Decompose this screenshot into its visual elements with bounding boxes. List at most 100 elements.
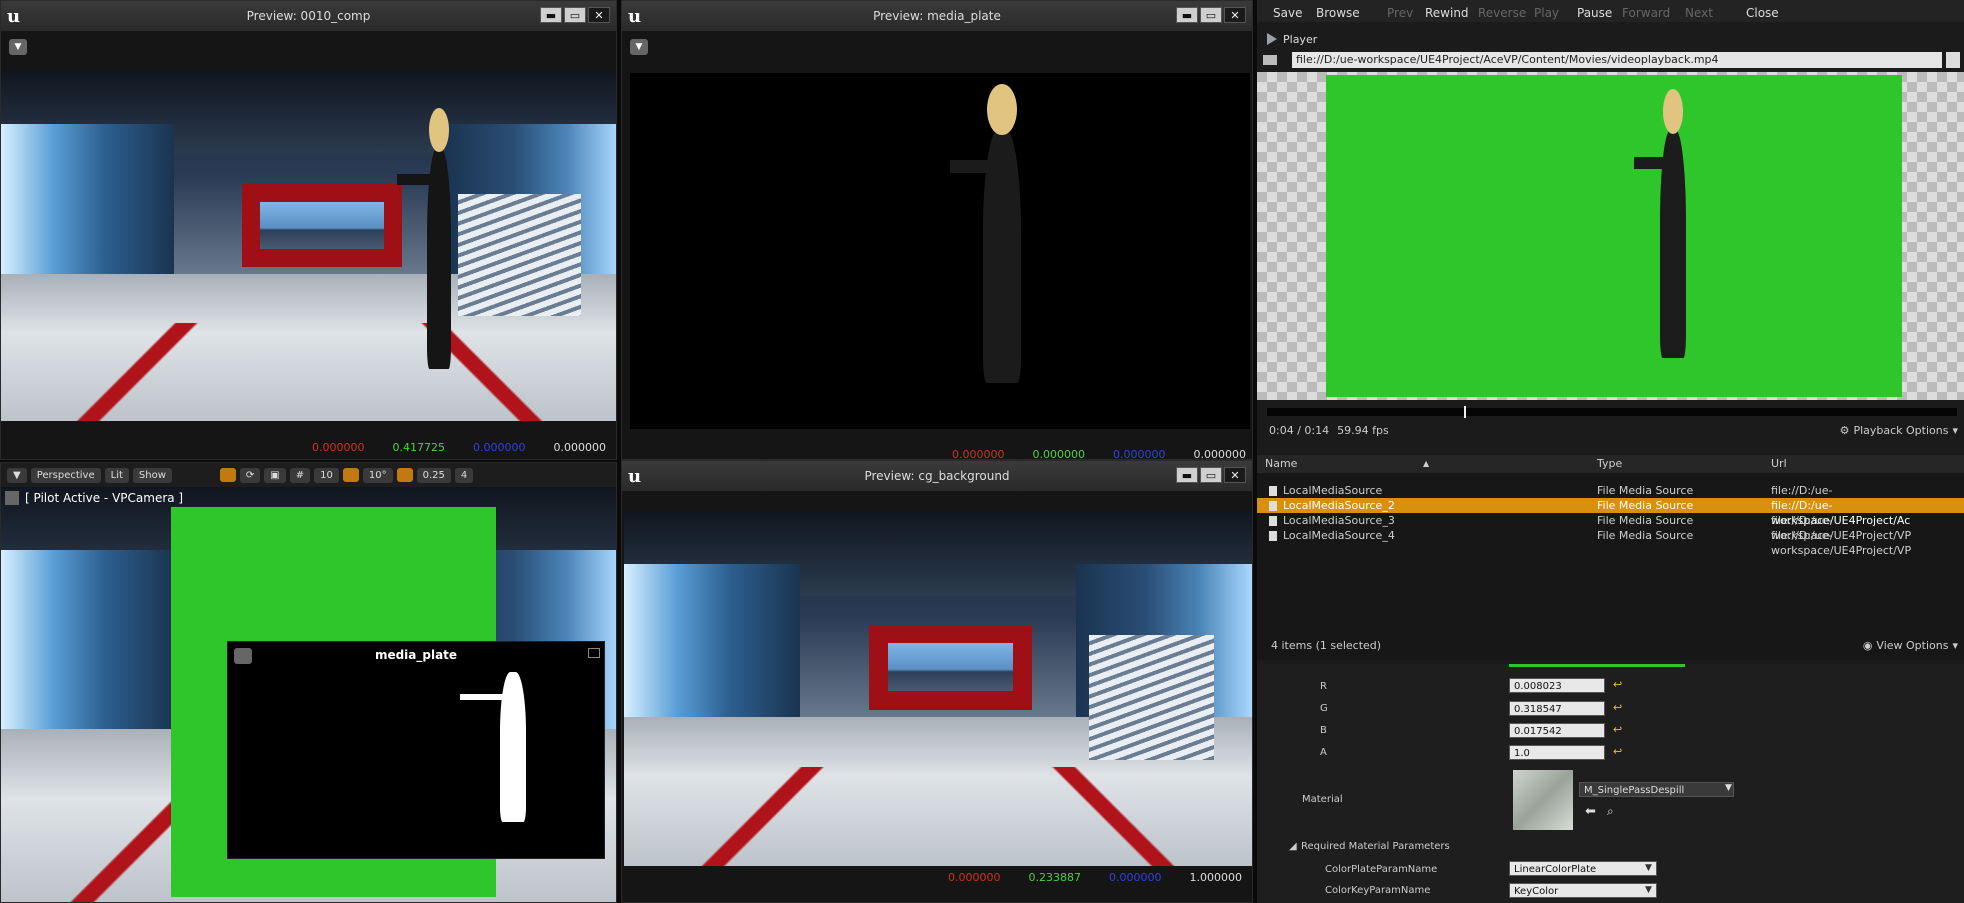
reset-arrow-icon[interactable]: ↩ — [1613, 701, 1622, 714]
rewind-button[interactable]: Rewind — [1425, 6, 1469, 20]
search-icon[interactable]: ⌕ — [1607, 804, 1614, 819]
cell-type: File Media Source — [1597, 514, 1694, 527]
minimize-icon[interactable]: ▬ — [1176, 467, 1198, 483]
pixel-readout: 0.000000 0.417725 0.000000 0.000000 — [312, 441, 606, 454]
preview-bg-titlebar[interactable]: Preview: cg_background — [622, 461, 1252, 491]
silhouette-arm — [460, 694, 504, 700]
r-label: R — [1320, 681, 1327, 692]
save-button[interactable]: Save — [1273, 6, 1302, 20]
chevron-down-icon[interactable]: ▼ — [1645, 885, 1652, 895]
close-icon[interactable]: ✕ — [1224, 467, 1246, 483]
pause-button[interactable]: Pause — [1577, 6, 1612, 20]
browse-back-icon[interactable]: ⬅ — [1585, 804, 1596, 819]
video-canvas — [1257, 72, 1964, 400]
maximize-icon[interactable]: ▭ — [1200, 467, 1222, 483]
minimize-icon[interactable]: ▬ — [540, 7, 562, 23]
material-label: Material — [1302, 794, 1343, 805]
scale-snap-value[interactable]: 0.25 — [416, 467, 451, 483]
timeline-scrubber[interactable] — [1464, 406, 1467, 418]
table-row[interactable]: LocalMediaSource_4 File Media Source file:… — [1257, 528, 1964, 557]
table-row[interactable]: LocalMediaSource_3 File Media Source file:… — [1257, 513, 1964, 542]
preview-comp-window: Preview: 0010_comp u ▬ ▭ ✕ ▼ 0.000000 0.… — [0, 0, 617, 460]
preview-bg-window: Preview: cg_background u ▬ ▭ ✕ 0.000000 … — [621, 460, 1253, 903]
grid-snap-icon[interactable]: # — [289, 467, 311, 483]
reverse-button[interactable]: Reverse — [1478, 6, 1526, 20]
a-field[interactable]: 1.0 — [1509, 745, 1605, 760]
cell-name: LocalMediaSource_2 — [1283, 499, 1395, 512]
player-tab[interactable]: Player — [1267, 30, 1317, 48]
reset-arrow-icon[interactable]: ↩ — [1613, 678, 1622, 691]
table-row[interactable]: LocalMediaSource_2 File Media Source file:… — [1257, 498, 1964, 527]
preview-comp-titlebar[interactable]: Preview: 0010_comp — [1, 1, 616, 31]
chevron-down-icon[interactable]: ▼ — [1725, 783, 1732, 793]
perspective-button[interactable]: Perspective — [30, 467, 101, 483]
camera-speed-value[interactable]: 4 — [454, 467, 474, 483]
chevron-down-icon[interactable]: ▼ — [630, 39, 648, 55]
maximize-icon[interactable]: ▭ — [1200, 7, 1222, 23]
lit-button[interactable]: Lit — [104, 467, 129, 483]
folder-icon[interactable] — [1263, 55, 1277, 65]
preview-media-window: Preview: media_plate u ▬ ▭ ✕ ▼ 0.000000 … — [621, 0, 1253, 460]
playback-options-button[interactable]: ⚙ Playback Options ▾ — [1840, 424, 1958, 437]
scale-tool-icon[interactable]: ▣ — [264, 467, 286, 483]
b-field[interactable]: 0.017542 — [1509, 723, 1605, 738]
column-name[interactable]: Name — [1265, 455, 1297, 473]
media-plate-view — [630, 73, 1250, 429]
unreal-logo-icon: u — [628, 466, 642, 487]
angle-snap-icon[interactable] — [342, 468, 359, 482]
talent-figure — [397, 108, 452, 369]
details-panel: R 0.008023 ↩ G 0.318547 ↩ B 0.017542 ↩ A… — [1257, 664, 1964, 903]
cell-type: File Media Source — [1597, 484, 1694, 497]
play-button[interactable]: Play — [1534, 6, 1559, 20]
g-field[interactable]: 0.318547 — [1509, 701, 1605, 716]
viewport-toolbar: ▼ Perspective Lit Show ⟳ ▣ # 10 10° 0.25… — [1, 463, 616, 487]
color-plate-field[interactable]: LinearColorPlate — [1509, 861, 1657, 876]
close-icon[interactable]: ✕ — [1224, 7, 1246, 23]
sort-icon[interactable]: ▲ — [1423, 455, 1429, 473]
forward-button[interactable]: Forward — [1622, 6, 1670, 20]
close-icon[interactable]: ✕ — [588, 7, 610, 23]
pixel-readout: 0.000000 0.000000 0.000000 0.000000 — [952, 448, 1246, 460]
eye-icon: ◉ — [1862, 639, 1873, 652]
minimize-icon[interactable]: ▬ — [1176, 7, 1198, 23]
view-options-button[interactable]: ◉ View Options ▾ — [1863, 639, 1958, 652]
close-button[interactable]: Close — [1746, 6, 1779, 20]
chevron-down-icon[interactable] — [234, 648, 252, 664]
chevron-down-icon[interactable]: ▼ — [9, 39, 27, 55]
preview-media-titlebar[interactable]: Preview: media_plate — [622, 1, 1252, 31]
translate-tool-icon[interactable] — [219, 468, 236, 482]
reset-arrow-icon[interactable]: ↩ — [1613, 745, 1622, 758]
file-icon — [1269, 531, 1277, 541]
table-row[interactable]: LocalMediaSource File Media Source file://… — [1257, 483, 1964, 512]
viewport-menu-button[interactable]: ▼ — [7, 467, 27, 483]
column-url[interactable]: Url — [1771, 455, 1787, 473]
cell-name: LocalMediaSource — [1283, 484, 1383, 497]
url-settings-icon[interactable] — [1946, 52, 1960, 68]
pilot-label: [ Pilot Active - VPCamera ] — [5, 491, 183, 505]
show-button[interactable]: Show — [132, 467, 172, 483]
media-plate-preview: media_plate — [227, 641, 605, 859]
studio-image — [624, 511, 1252, 866]
column-type[interactable]: Type — [1597, 455, 1622, 473]
color-key-label: ColorKeyParamName — [1325, 885, 1431, 896]
rotate-tool-icon[interactable]: ⟳ — [239, 467, 261, 483]
expand-arrow-icon[interactable]: ◢ — [1289, 841, 1297, 852]
r-field[interactable]: 0.008023 — [1509, 678, 1605, 693]
maximize-icon[interactable] — [588, 648, 600, 658]
cell-url: file://D:/ue-workspace/UE4Project/VP — [1771, 529, 1912, 557]
angle-snap-value[interactable]: 10° — [362, 467, 393, 483]
maximize-icon[interactable]: ▭ — [564, 7, 586, 23]
material-combo[interactable]: M_SinglePassDespill — [1579, 782, 1734, 797]
color-key-field[interactable]: KeyColor — [1509, 883, 1657, 898]
timeline-track[interactable] — [1267, 406, 1957, 418]
prev-button[interactable]: Prev — [1387, 6, 1413, 20]
browse-button[interactable]: Browse — [1316, 6, 1360, 20]
reset-arrow-icon[interactable]: ↩ — [1613, 723, 1622, 736]
grid-size-value[interactable]: 10 — [314, 467, 339, 483]
scale-snap-icon[interactable] — [396, 468, 413, 482]
next-button[interactable]: Next — [1685, 6, 1713, 20]
chevron-down-icon[interactable]: ▼ — [1645, 863, 1652, 873]
material-thumbnail[interactable] — [1513, 770, 1573, 830]
unreal-logo-icon: u — [628, 6, 642, 27]
url-input[interactable]: file://D:/ue-workspace/UE4Project/AceVP/… — [1292, 52, 1942, 68]
